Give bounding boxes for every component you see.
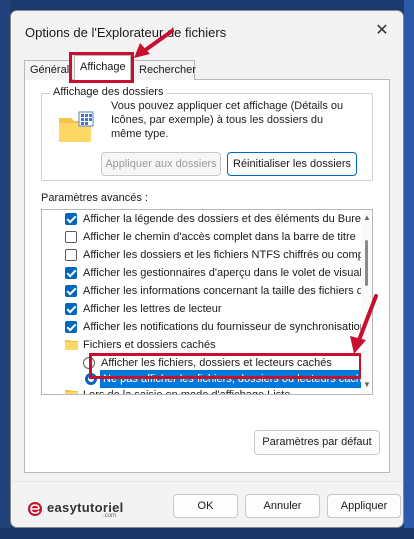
advanced-settings-list[interactable]: Afficher la légende des dossiers et des … — [41, 209, 373, 395]
scrollbar-thumb[interactable] — [365, 240, 368, 286]
scroll-up-icon[interactable]: ▲ — [361, 213, 372, 223]
folder-icon — [65, 390, 78, 394]
checkbox-checked[interactable] — [65, 303, 77, 315]
list-item[interactable]: Afficher les lettres de lecteur — [42, 300, 360, 318]
desktop-wallpaper-bottom — [0, 528, 414, 539]
cancel-button[interactable]: Annuler — [245, 494, 320, 518]
footer-divider — [11, 481, 403, 482]
list-item[interactable]: Afficher les gestionnaires d'aperçu dans… — [42, 264, 362, 282]
list-item: Fichiers et dossiers cachés — [42, 336, 360, 354]
list-item[interactable]: Afficher les informations concernant la … — [42, 282, 363, 300]
watermark-subtext: .com — [103, 513, 117, 519]
checkbox-checked[interactable] — [65, 267, 77, 279]
folder-view-description: Vous pouvez appliquer cet affichage (Dét… — [111, 100, 344, 140]
apply-button[interactable]: Appliquer — [327, 494, 401, 518]
folder-options-dialog: Options de l'Explorateur de fichiers ✕ G… — [10, 10, 404, 528]
list-item-label: Afficher les lettres de lecteur — [83, 303, 222, 315]
list-item[interactable]: Afficher le chemin d'accès complet dans … — [42, 228, 360, 246]
list-item-label: Afficher les informations concernant la … — [83, 285, 363, 297]
list-item-label: Afficher les gestionnaires d'aperçu dans… — [83, 267, 362, 279]
desktop-wallpaper-right — [404, 0, 414, 539]
folder-icon — [65, 340, 78, 350]
scrollbar[interactable]: ▲ ▼ — [361, 210, 372, 394]
folder-view-icon — [59, 111, 94, 142]
tab-affichage[interactable]: Affichage — [74, 55, 131, 81]
list-item-label: Afficher les dossiers et les fichiers NT… — [83, 249, 364, 261]
easytutoriel-logo-icon — [28, 502, 42, 516]
restore-defaults-button[interactable]: Paramètres par défaut — [254, 430, 380, 455]
list-item[interactable]: Afficher les notifications du fournisseu… — [42, 318, 366, 336]
list-item[interactable]: Afficher les dossiers et les fichiers NT… — [42, 246, 364, 264]
apply-to-folders-button[interactable]: Appliquer aux dossiers — [101, 152, 221, 176]
list-item-label: Lors de la saisie en mode d'affichage Li… — [83, 389, 291, 395]
close-icon[interactable]: ✕ — [367, 17, 397, 45]
list-item-label: Afficher le chemin d'accès complet dans … — [83, 231, 356, 243]
checkbox-unchecked[interactable] — [65, 231, 77, 243]
list-item-label: Fichiers et dossiers cachés — [83, 339, 216, 351]
advanced-settings-label: Paramètres avancés : — [41, 192, 148, 204]
checkbox-unchecked[interactable] — [65, 249, 77, 261]
reset-folders-button[interactable]: Réinitialiser les dossiers — [227, 152, 357, 176]
scroll-down-icon[interactable]: ▼ — [361, 380, 372, 390]
selected-row-highlight-box — [89, 353, 362, 379]
folder-view-legend: Affichage des dossiers — [50, 86, 167, 98]
list-item-label: Afficher la légende des dossiers et des … — [83, 213, 368, 225]
desktop-wallpaper-left — [0, 0, 10, 539]
window-title: Options de l'Explorateur de fichiers — [25, 25, 227, 40]
list-item: Lors de la saisie en mode d'affichage Li… — [42, 386, 360, 395]
tab-rechercher[interactable]: Rechercher — [133, 60, 196, 80]
checkbox-checked[interactable] — [65, 213, 77, 225]
list-item-label: Afficher les notifications du fournisseu… — [83, 321, 366, 333]
checkbox-checked[interactable] — [65, 321, 77, 333]
ok-button[interactable]: OK — [173, 494, 238, 518]
list-item[interactable]: Afficher la légende des dossiers et des … — [42, 210, 367, 228]
title-bar: Options de l'Explorateur de fichiers ✕ — [11, 11, 403, 51]
checkbox-checked[interactable] — [65, 285, 77, 297]
tab-general[interactable]: Général — [24, 60, 72, 80]
